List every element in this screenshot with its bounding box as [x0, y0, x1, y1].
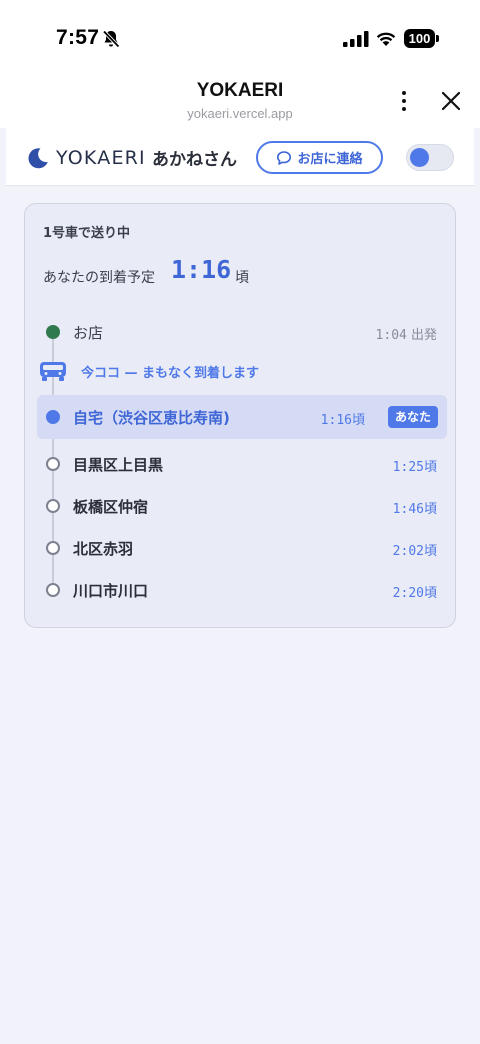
stop-dot [46, 583, 60, 597]
origin-dot [46, 325, 60, 339]
eta-suffix: 頃 [235, 270, 249, 286]
battery-icon: 100 [404, 29, 439, 48]
stop-name: 川口市川口 [73, 582, 149, 600]
stop-row: 川口市川口 2:20頃 [37, 568, 447, 612]
stop-time: 1:04 出発 [375, 328, 437, 343]
app-logo: YOKAERI [56, 147, 146, 169]
contact-store-label: お店に連絡 [297, 152, 363, 167]
battery-level: 100 [404, 29, 435, 48]
stop-dot [46, 499, 60, 513]
stop-row: 北区赤羽 2:02頃 [37, 526, 447, 570]
bus-icon [40, 362, 66, 381]
browser-header: YOKAERI yokaeri.vercel.app [0, 72, 480, 128]
stop-name: 北区赤羽 [73, 540, 134, 558]
stop-dot [46, 457, 60, 471]
moon-icon [28, 148, 48, 169]
stop-row: 目黒区上目黒 1:25頃 [37, 442, 447, 486]
stop-name: お店 [73, 324, 104, 342]
stop-time: 2:20頃 [392, 586, 437, 601]
stop-dot [46, 541, 60, 555]
more-options-button[interactable] [392, 86, 416, 116]
current-dot [46, 410, 60, 424]
toggle-switch[interactable] [406, 144, 454, 171]
vehicle-position: 今ココ — まもなく到着します [37, 354, 447, 386]
toggle-knob [410, 148, 429, 167]
status-bar: 7:57 100 [0, 0, 480, 72]
signal-icon [343, 31, 369, 47]
eta-time: 1:16 [171, 255, 232, 284]
wifi-icon [376, 32, 396, 46]
chat-bubble-icon [277, 150, 292, 165]
stop-origin: お店 1:04 出発 [37, 310, 447, 354]
close-icon[interactable] [438, 88, 464, 114]
status-time: 7:57 [56, 26, 100, 49]
you-badge: あなた [387, 406, 438, 428]
car-status: 1号車で送り中 [43, 226, 131, 241]
stop-time: 1:25頃 [392, 460, 437, 475]
delivery-card: 1号車で送り中 あなたの到着予定 1:16 頃 お店 1:04 出発 今ココ —… [24, 203, 456, 628]
customer-name: あかねさん [152, 150, 237, 170]
vehicle-status: 今ココ — まもなく到着します [81, 366, 260, 381]
eta-label: あなたの到着予定 [43, 270, 155, 286]
stop-name: 自宅（渋谷区恵比寿南) [73, 409, 230, 427]
stop-name: 板橋区仲宿 [73, 498, 149, 516]
stop-time: 2:02頃 [392, 544, 437, 559]
bell-slash-icon [102, 30, 120, 48]
stop-current: 自宅（渋谷区恵比寿南) 1:16頃 あなた [37, 395, 447, 439]
stop-time: 1:46頃 [392, 502, 437, 517]
stop-name: 目黒区上目黒 [73, 456, 164, 474]
stop-row: 板橋区仲宿 1:46頃 [37, 484, 447, 528]
contact-store-button[interactable]: お店に連絡 [256, 141, 383, 174]
app-header: YOKAERI あかねさん お店に連絡 [6, 128, 474, 186]
stop-time: 1:16頃 [320, 413, 365, 428]
